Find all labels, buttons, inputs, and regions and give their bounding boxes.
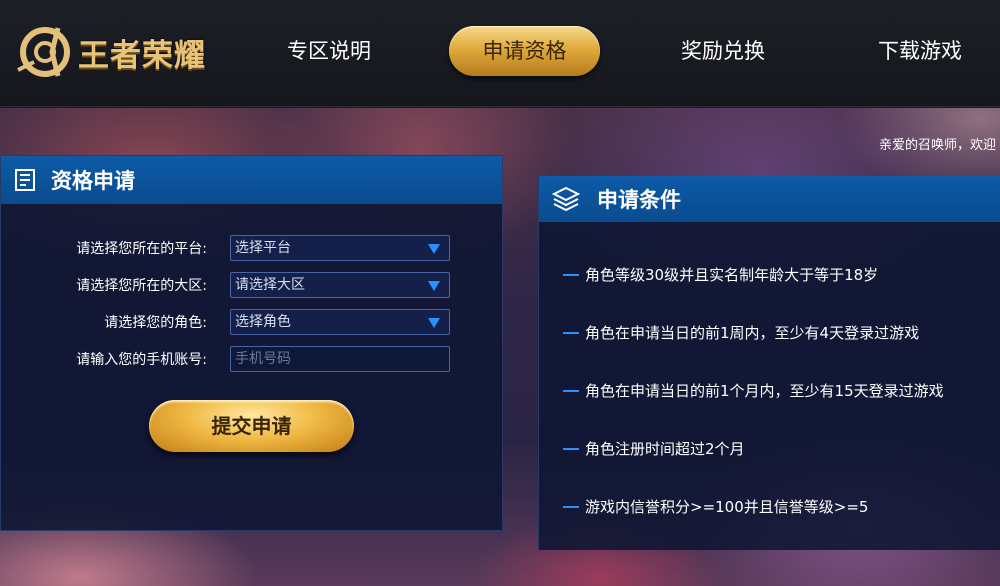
platform-select[interactable]: 选择平台: [230, 235, 450, 261]
role-select-value: 选择角色: [235, 314, 291, 330]
submit-application-button[interactable]: 提交申请: [149, 400, 354, 452]
condition-item: 角色在申请当日的前1个月内，至少有15天登录过游戏: [563, 380, 944, 401]
phone-row: 请输入您的手机账号: 手机号码: [1, 346, 504, 372]
dropdown-arrow-icon: [428, 318, 440, 328]
platform-row: 请选择您所在的平台: 选择平台: [1, 235, 504, 261]
nav-tab-reward-exchange[interactable]: 奖励兑换: [676, 26, 770, 76]
phone-label: 请输入您的手机账号:: [76, 352, 207, 368]
apply-panel-title: 资格申请: [51, 169, 135, 193]
nav-tab-zone-intro[interactable]: 专区说明: [282, 26, 376, 76]
phone-input-placeholder: 手机号码: [235, 351, 291, 367]
nav-tab-download-game[interactable]: 下载游戏: [873, 26, 967, 76]
condition-text: 角色在申请当日的前1周内，至少有4天登录过游戏: [585, 324, 920, 342]
region-select-value: 请选择大区: [235, 277, 305, 293]
region-select[interactable]: 请选择大区: [230, 272, 450, 298]
condition-text: 角色注册时间超过2个月: [585, 440, 745, 458]
logo-emblem-icon: [17, 27, 70, 77]
condition-text: 角色在申请当日的前1个月内，至少有15天登录过游戏: [585, 382, 944, 400]
game-logo[interactable]: 王者荣耀: [14, 22, 224, 82]
condition-item: 游戏内信誉积分>=100并且信誉等级>=5: [563, 496, 868, 517]
region-row: 请选择您所在的大区: 请选择大区: [1, 272, 504, 298]
layers-icon: [551, 186, 581, 212]
condition-item: 角色注册时间超过2个月: [563, 438, 745, 459]
qualification-apply-panel: 资格申请 请选择您所在的平台: 选择平台 请选择您所在的大区: 请选择大区 请选…: [0, 155, 503, 531]
apply-panel-header: 资格申请: [1, 156, 502, 204]
bullet-dash-icon: [563, 389, 579, 392]
region-label: 请选择您所在的大区:: [76, 278, 207, 294]
role-label: 请选择您的角色:: [104, 315, 207, 331]
nav-tab-apply-qualification[interactable]: 申请资格: [449, 26, 600, 76]
role-row: 请选择您的角色: 选择角色: [1, 309, 504, 335]
role-select[interactable]: 选择角色: [230, 309, 450, 335]
welcome-text: 亲爱的召唤师，欢迎: [878, 138, 996, 153]
bullet-dash-icon: [563, 273, 579, 276]
bullet-dash-icon: [563, 505, 579, 508]
condition-item: 角色等级30级并且实名制年龄大于等于18岁: [563, 264, 878, 285]
condition-text: 角色等级30级并且实名制年龄大于等于18岁: [585, 266, 879, 284]
bullet-dash-icon: [563, 331, 579, 334]
logo-text: 王者荣耀: [78, 37, 206, 74]
apply-conditions-panel: 申请条件 角色等级30级并且实名制年龄大于等于18岁 角色在申请当日的前1周内，…: [538, 176, 1000, 550]
condition-text: 游戏内信誉积分>=100并且信誉等级>=5: [585, 498, 869, 516]
conditions-panel-header: 申请条件: [539, 176, 1000, 222]
dropdown-arrow-icon: [428, 281, 440, 291]
bullet-dash-icon: [563, 447, 579, 450]
dropdown-arrow-icon: [428, 244, 440, 254]
phone-input[interactable]: 手机号码: [230, 346, 450, 372]
document-list-icon: [15, 169, 35, 191]
conditions-panel-title: 申请条件: [597, 188, 681, 212]
platform-select-value: 选择平台: [235, 240, 291, 256]
condition-item: 角色在申请当日的前1周内，至少有4天登录过游戏: [563, 322, 919, 343]
platform-label: 请选择您所在的平台:: [76, 241, 207, 257]
top-nav-bar: 王者荣耀 专区说明 申请资格 奖励兑换 下载游戏: [0, 0, 1000, 107]
